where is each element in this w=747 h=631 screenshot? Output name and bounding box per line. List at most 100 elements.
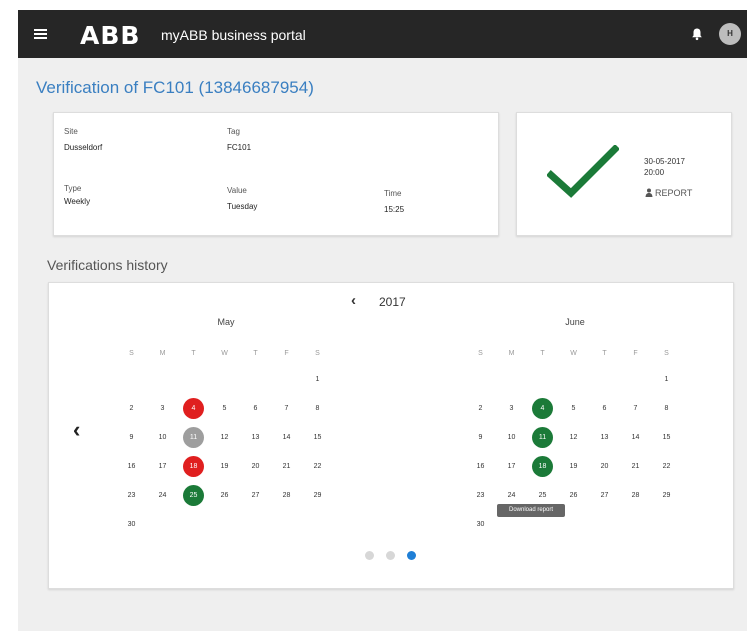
day-cell[interactable]: 30 bbox=[465, 514, 496, 535]
day-number: 6 bbox=[602, 405, 607, 412]
day-cell[interactable]: 9 bbox=[116, 427, 147, 448]
day-cell[interactable]: 6 bbox=[240, 398, 271, 419]
day-cell[interactable]: 12 bbox=[209, 427, 240, 448]
checkmark-icon bbox=[547, 145, 619, 198]
day-cell[interactable]: 2 bbox=[465, 398, 496, 419]
day-red-verification[interactable]: 18 bbox=[178, 456, 209, 477]
month-may: May SMTWTFS 1 2 3 4 5 6 7 8 9 10 11 12 13 14 15 16 17 18 1… bbox=[116, 317, 336, 539]
day-cell[interactable]: 9 bbox=[465, 427, 496, 448]
day-cell[interactable]: 10 bbox=[147, 427, 178, 448]
day-cell[interactable]: 22 bbox=[302, 456, 333, 477]
day-cell[interactable]: 29 bbox=[302, 485, 333, 506]
site-value: Dusseldorf bbox=[64, 143, 103, 152]
app-title: myABB business portal bbox=[161, 27, 306, 43]
day-cell[interactable]: 13 bbox=[589, 427, 620, 448]
type-value: Weekly bbox=[64, 197, 91, 206]
weekday-label: F bbox=[633, 349, 638, 357]
day-cell[interactable]: 7 bbox=[620, 398, 651, 419]
day-number: 5 bbox=[571, 405, 576, 412]
day-number: 2 bbox=[478, 405, 483, 412]
day-cell[interactable]: 26 bbox=[209, 485, 240, 506]
day-cell[interactable]: 26 bbox=[558, 485, 589, 506]
report-label: REPORT bbox=[655, 188, 693, 198]
day-cell[interactable]: 1 bbox=[651, 369, 682, 390]
day-number: 29 bbox=[662, 492, 671, 499]
pagination-dot[interactable] bbox=[365, 551, 374, 560]
day-cell[interactable]: 15 bbox=[302, 427, 333, 448]
day-cell[interactable]: 5 bbox=[558, 398, 589, 419]
day-cell[interactable]: 23 bbox=[465, 485, 496, 506]
day-number: 9 bbox=[478, 434, 483, 441]
day-grey-verification[interactable]: 11 bbox=[178, 427, 209, 448]
day-cell[interactable]: 5 bbox=[209, 398, 240, 419]
bell-icon[interactable] bbox=[690, 27, 704, 41]
day-red-verification[interactable]: 4 bbox=[178, 398, 209, 419]
day-cell[interactable]: 29 bbox=[651, 485, 682, 506]
day-green-verification[interactable]: 18 bbox=[527, 456, 558, 477]
day-number: 3 bbox=[160, 405, 165, 412]
day-cell[interactable]: 10 bbox=[496, 427, 527, 448]
day-cell[interactable]: 19 bbox=[558, 456, 589, 477]
day-cell[interactable]: 27 bbox=[589, 485, 620, 506]
day-cell[interactable]: 8 bbox=[302, 398, 333, 419]
day-cell[interactable]: 27 bbox=[240, 485, 271, 506]
day-green-verification[interactable]: 4 bbox=[527, 398, 558, 419]
day-green-verification[interactable]: 11 bbox=[527, 427, 558, 448]
day-cell[interactable]: 7 bbox=[271, 398, 302, 419]
day-number: 18 bbox=[532, 456, 553, 477]
prev-month-button[interactable]: ‹ bbox=[73, 417, 80, 443]
day-number: 13 bbox=[600, 434, 609, 441]
timestamp-time: 20:00 bbox=[644, 168, 665, 177]
verification-calendar: ‹ 2017 ‹ May SMTWTFS 1 2 3 4 5 6 7 8 9 10 11 12 13 14… bbox=[48, 282, 734, 589]
day-cell[interactable]: 13 bbox=[240, 427, 271, 448]
day-cell[interactable]: 23 bbox=[116, 485, 147, 506]
day-cell[interactable]: 20 bbox=[589, 456, 620, 477]
day-number: 14 bbox=[631, 434, 640, 441]
day-cell[interactable]: 15 bbox=[651, 427, 682, 448]
day-cell[interactable]: 14 bbox=[271, 427, 302, 448]
day-cell[interactable]: 21 bbox=[620, 456, 651, 477]
day-number: 13 bbox=[251, 434, 260, 441]
day-cell[interactable]: 8 bbox=[651, 398, 682, 419]
day-cell[interactable]: 6 bbox=[589, 398, 620, 419]
day-cell[interactable]: 28 bbox=[271, 485, 302, 506]
day-cell[interactable]: 3 bbox=[496, 398, 527, 419]
day-cell[interactable]: 3 bbox=[147, 398, 178, 419]
pagination-dot[interactable] bbox=[407, 551, 416, 560]
day-green-verification[interactable]: 25 bbox=[178, 485, 209, 506]
day-cell[interactable]: 22 bbox=[651, 456, 682, 477]
menu-icon[interactable] bbox=[34, 29, 47, 39]
day-grid: 1 2 3 4 5 6 7 8 9 10 11 12 13 14 15 16 17 18 19 20 21 22 23 24 2… bbox=[116, 365, 336, 539]
weekday-label: S bbox=[664, 349, 669, 357]
pagination-dot[interactable] bbox=[386, 551, 395, 560]
time-value: 15:25 bbox=[384, 205, 405, 214]
avatar[interactable]: H bbox=[719, 23, 741, 45]
day-cell[interactable]: 16 bbox=[116, 456, 147, 477]
day-cell[interactable]: 30 bbox=[116, 514, 147, 535]
time-label: Time bbox=[384, 189, 402, 198]
day-cell[interactable]: 1 bbox=[302, 369, 333, 390]
day-cell[interactable]: 17 bbox=[147, 456, 178, 477]
day-cell[interactable]: 24 bbox=[147, 485, 178, 506]
day-number: 24 bbox=[158, 492, 167, 499]
day-cell[interactable]: 25 bbox=[527, 485, 558, 506]
app-frame: ABB myABB business portal H Verification… bbox=[18, 10, 747, 631]
day-number: 25 bbox=[183, 485, 204, 506]
prev-year-button[interactable]: ‹ bbox=[351, 292, 356, 309]
day-cell[interactable]: 14 bbox=[620, 427, 651, 448]
day-cell[interactable]: 21 bbox=[271, 456, 302, 477]
day-number: 7 bbox=[284, 405, 289, 412]
tag-value: FC101 bbox=[227, 143, 252, 152]
day-cell[interactable]: 28 bbox=[620, 485, 651, 506]
day-cell[interactable]: 12 bbox=[558, 427, 589, 448]
day-number: 10 bbox=[158, 434, 167, 441]
weekday-label: T bbox=[540, 349, 545, 357]
day-cell[interactable]: 19 bbox=[209, 456, 240, 477]
verification-details-card: Site Dusseldorf Tag FC101 Type Weekly Va… bbox=[53, 112, 499, 236]
day-cell[interactable]: 2 bbox=[116, 398, 147, 419]
day-cell[interactable]: 20 bbox=[240, 456, 271, 477]
day-cell[interactable]: 17 bbox=[496, 456, 527, 477]
day-cell[interactable]: 24 bbox=[496, 485, 527, 506]
day-cell[interactable]: 16 bbox=[465, 456, 496, 477]
report-button[interactable]: REPORT bbox=[645, 188, 692, 198]
